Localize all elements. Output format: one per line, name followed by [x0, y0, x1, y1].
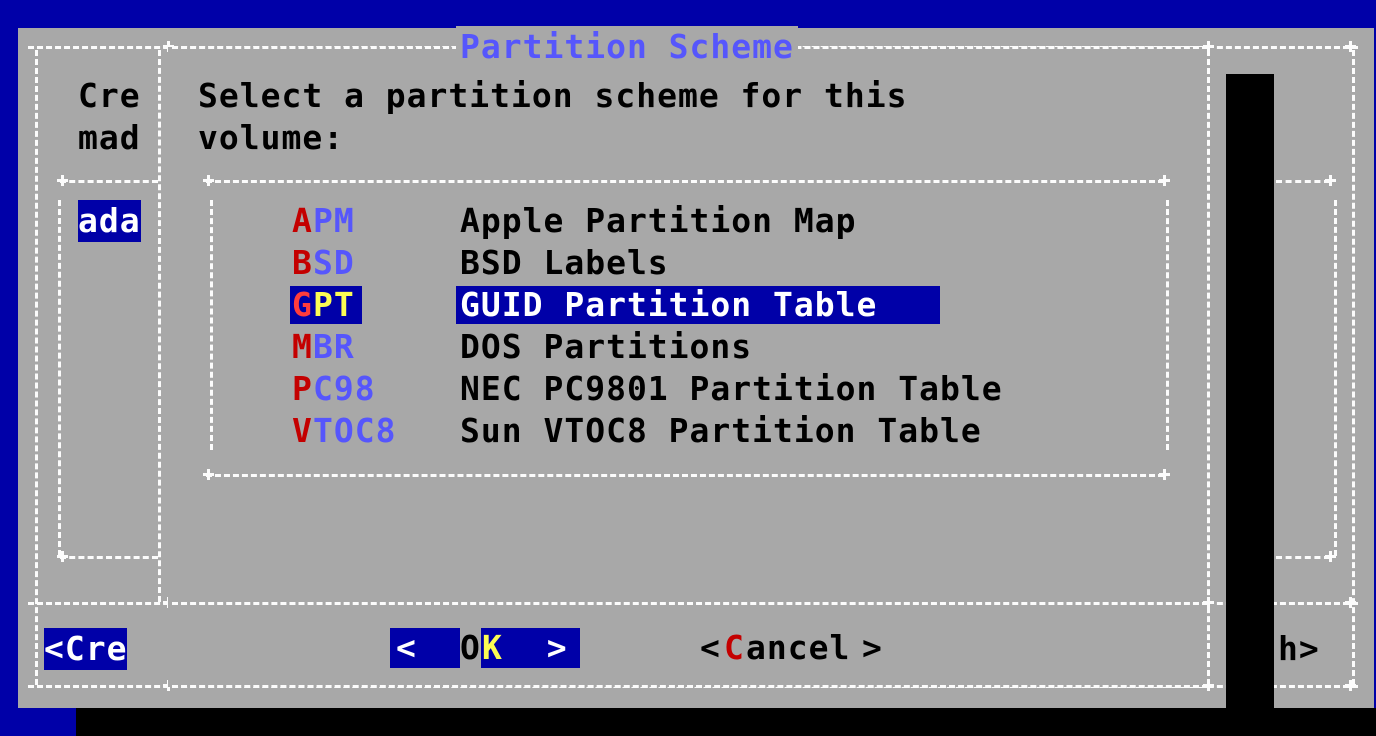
scheme-description: GUID Partition Table [460, 285, 878, 324]
bg-corner [1345, 597, 1356, 608]
scheme-item-vtoc8[interactable]: V TOC8 Sun VTOC8 Partition Table [292, 410, 1152, 452]
bg-list-corner [1325, 551, 1336, 562]
bg-list-top [60, 180, 158, 183]
scheme-item-apm[interactable]: A PM Apple Partition Map [292, 200, 1152, 242]
dialog-title: Partition Scheme [456, 26, 798, 68]
bg-corner [1345, 680, 1356, 691]
bg-finish-button-fragment[interactable]: h> [1278, 628, 1320, 670]
cancel-button[interactable]: < C ancel > [700, 628, 890, 668]
scheme-description: NEC PC9801 Partition Table [460, 369, 1003, 408]
scheme-tag-rest: TOC8 [313, 411, 397, 450]
bg-list-bottom [60, 556, 158, 559]
bg-list-item[interactable]: ada [78, 200, 141, 242]
dialog-frame-bottom [172, 685, 1208, 688]
bg-list-bottom-right [1276, 556, 1330, 559]
background-dialog-shadow [76, 708, 1376, 736]
ok-button-left: < [396, 628, 459, 667]
scheme-description: Apple Partition Map [460, 201, 857, 240]
bg-create-button[interactable]: <Cre [44, 628, 128, 670]
scheme-hotkey: A [292, 201, 313, 240]
bg-frame-left [35, 50, 38, 685]
bg-text-line2: mad [78, 118, 141, 157]
scheme-description: DOS Partitions [460, 327, 753, 366]
scheme-tag-rest: C98 [313, 369, 376, 408]
bg-list-left [58, 200, 61, 556]
scheme-tag-rest: PM [313, 201, 355, 240]
dialog-frame-mid [172, 602, 1208, 605]
bg-list-right [158, 50, 161, 602]
menu-box-corner [1159, 175, 1170, 186]
scheme-hotkey: M [292, 327, 313, 366]
bg-list-corner [57, 551, 68, 562]
ok-button-hotkey: K [482, 628, 503, 667]
scheme-item-gpt[interactable]: G PT GUID Partition Table [290, 284, 1152, 326]
cancel-button-rest: ancel [746, 628, 851, 667]
dialog-frame-right [1207, 50, 1210, 685]
ok-button[interactable]: < O K > [390, 627, 580, 669]
scheme-item-bsd[interactable]: B SD BSD Labels [292, 242, 1152, 284]
dialog-prompt: Select a partition scheme for this [198, 76, 908, 115]
bg-list-corner [1325, 175, 1336, 186]
scheme-hotkey: P [292, 369, 313, 408]
bg-list-top-right [1276, 180, 1330, 183]
ok-button-right: > [505, 628, 568, 667]
scheme-hotkey: G [292, 285, 313, 324]
cancel-button-close: > [862, 628, 883, 667]
ok-button-o: O [460, 627, 481, 669]
scheme-tag-rest: BR [313, 327, 355, 366]
menu-box-bottom [206, 474, 1164, 477]
scheme-hotkey: V [292, 411, 313, 450]
dialog-shadow [1226, 74, 1274, 736]
bg-text-line1: Cre [78, 76, 141, 115]
scheme-description: BSD Labels [460, 243, 669, 282]
menu-box-left [210, 200, 213, 450]
cancel-button-hotkey: C [724, 628, 745, 667]
bg-corner [1345, 41, 1356, 52]
menu-box-right [1166, 200, 1169, 450]
dialog-corner [1203, 680, 1214, 691]
menu-box-corner [1159, 469, 1170, 480]
scheme-tag-rest: SD [313, 243, 355, 282]
menu-box-corner [203, 175, 214, 186]
scheme-hotkey: B [292, 243, 313, 282]
scheme-description: Sun VTOC8 Partition Table [460, 411, 982, 450]
cancel-button-open: < [700, 628, 721, 667]
menu-box-top [206, 180, 1164, 183]
scheme-tag-rest: PT [313, 285, 355, 324]
dialog-corner [1203, 597, 1214, 608]
bg-list-corner [57, 175, 68, 186]
scheme-item-pc98[interactable]: P C98 NEC PC9801 Partition Table [292, 368, 1152, 410]
scheme-item-mbr[interactable]: M BR DOS Partitions [292, 326, 1152, 368]
dialog-corner [1203, 41, 1214, 52]
menu-box-corner [203, 469, 214, 480]
bg-list-right-edge [1334, 200, 1337, 556]
dialog-prompt-line2: volume: [198, 118, 345, 157]
bg-frame-right [1352, 50, 1355, 685]
